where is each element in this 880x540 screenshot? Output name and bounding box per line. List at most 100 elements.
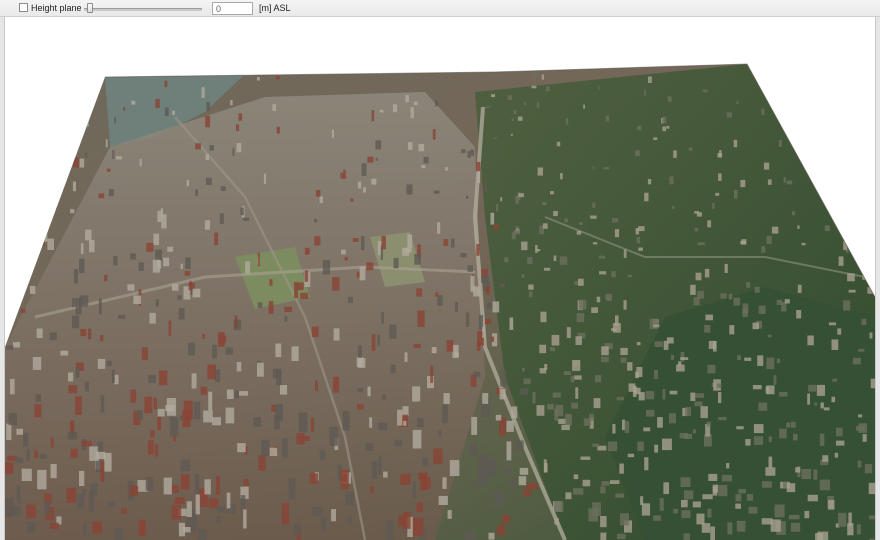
building (636, 237, 641, 244)
building (331, 509, 336, 522)
building (506, 420, 514, 432)
building (847, 273, 855, 282)
building (234, 390, 239, 399)
building (856, 524, 861, 535)
building (272, 368, 282, 379)
building (726, 463, 730, 469)
building (195, 143, 201, 150)
building (801, 468, 812, 480)
building (201, 87, 205, 98)
building (838, 512, 847, 527)
building (304, 247, 310, 255)
building (16, 485, 21, 503)
building (163, 477, 172, 495)
building (146, 242, 154, 252)
building (243, 509, 247, 529)
building (596, 296, 601, 303)
building (536, 249, 541, 252)
building (432, 129, 436, 140)
building (836, 163, 840, 171)
building (702, 494, 713, 500)
building (371, 110, 375, 122)
building (707, 508, 712, 518)
building (680, 357, 689, 360)
building (853, 168, 857, 173)
building (561, 424, 570, 431)
building (786, 180, 793, 185)
building (253, 417, 261, 427)
building (123, 107, 126, 111)
building (72, 157, 79, 168)
height-plane-checkbox[interactable] (19, 3, 28, 12)
building (669, 176, 674, 185)
building (814, 402, 818, 406)
building (637, 441, 644, 451)
building (834, 452, 839, 458)
building (532, 391, 536, 404)
building (37, 469, 47, 490)
building (511, 406, 518, 419)
building (300, 292, 309, 299)
building (481, 275, 489, 283)
building (532, 71, 537, 78)
building (484, 179, 487, 192)
building (745, 439, 751, 446)
building (680, 352, 685, 362)
building (790, 522, 801, 532)
building (807, 494, 818, 502)
building (152, 259, 161, 273)
building (402, 406, 409, 416)
building (410, 107, 414, 119)
building (198, 529, 207, 540)
3d-viewport[interactable] (5, 17, 875, 540)
building (688, 147, 693, 151)
terrain-model[interactable] (5, 17, 875, 540)
building (716, 383, 722, 388)
building (735, 503, 741, 509)
building (654, 341, 663, 347)
building (681, 499, 688, 508)
building (438, 429, 442, 436)
height-slider-track[interactable] (84, 8, 202, 11)
building (147, 440, 154, 455)
building (721, 474, 732, 482)
building (718, 173, 722, 181)
building (243, 479, 249, 486)
building (806, 74, 809, 78)
building (496, 525, 506, 536)
building (753, 436, 764, 445)
building (131, 100, 136, 105)
building (276, 126, 280, 134)
building (706, 421, 711, 427)
building (507, 95, 513, 101)
building (150, 430, 155, 438)
building (115, 156, 122, 160)
building (232, 147, 235, 157)
building (572, 360, 581, 371)
building (186, 179, 189, 187)
building (257, 302, 263, 308)
building (234, 315, 238, 329)
height-slider-thumb[interactable] (87, 3, 93, 13)
building (767, 179, 772, 185)
height-value-input[interactable] (212, 2, 253, 15)
building (389, 324, 397, 339)
building (832, 378, 837, 382)
building (797, 225, 800, 229)
building (779, 428, 787, 439)
building (627, 453, 635, 458)
building (600, 486, 606, 494)
building (870, 378, 875, 389)
building (114, 528, 123, 540)
window-right-border (875, 0, 880, 540)
building (726, 112, 732, 118)
building (600, 532, 607, 540)
building (412, 429, 422, 449)
building (369, 417, 373, 428)
height-slider[interactable] (84, 3, 202, 14)
building (144, 396, 153, 414)
building (164, 80, 168, 88)
building (519, 467, 529, 475)
building (155, 299, 159, 307)
building (98, 193, 105, 199)
